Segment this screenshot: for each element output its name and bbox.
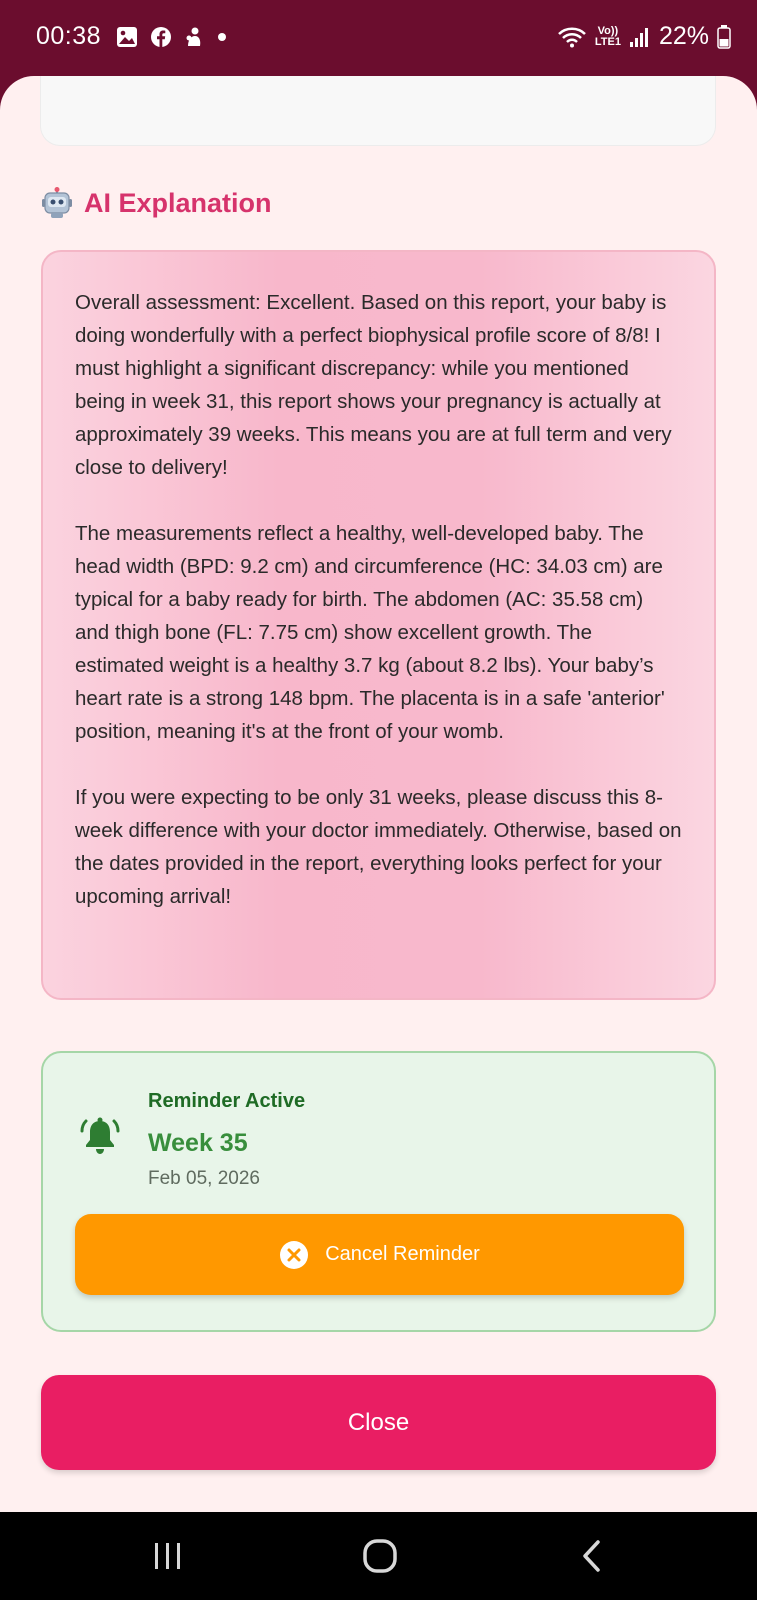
lte-indicator: Vo)) LTE1	[594, 24, 621, 48]
section-title: AI Explanation	[84, 187, 272, 218]
cancel-reminder-button[interactable]: Cancel Reminder	[75, 1214, 684, 1295]
close-label: Close	[347, 1408, 410, 1436]
explanation-paragraph: Overall assessment: Excellent. Based on …	[75, 291, 672, 479]
reminder-card: Reminder Active Week 35 Feb 05, 2026 Can…	[41, 1051, 716, 1332]
recent-apps-icon	[155, 1543, 180, 1569]
home-icon	[363, 1539, 397, 1573]
explanation-paragraph: If you were expecting to be only 31 week…	[75, 786, 682, 908]
recent-apps-button[interactable]	[128, 1512, 208, 1600]
previous-card	[40, 76, 716, 146]
notification-icon	[186, 27, 201, 46]
back-button[interactable]	[552, 1512, 632, 1600]
wifi-icon	[557, 27, 586, 47]
ai-explanation-card: Overall assessment: Excellent. Based on …	[41, 250, 716, 1000]
reminder-status: Reminder Active	[148, 1090, 306, 1112]
signal-icon	[629, 27, 648, 47]
status-bar: 00:38 Vo)) LTE1 22%	[0, 0, 757, 76]
gallery-icon	[117, 27, 137, 47]
section-header: AI Explanation	[42, 187, 272, 219]
status-right-icons: Vo)) LTE1 22%	[557, 22, 731, 51]
status-time: 00:38	[36, 22, 102, 50]
cancel-circle-icon	[280, 1240, 309, 1269]
reminder-week: Week 35	[148, 1129, 248, 1157]
battery-icon	[717, 24, 731, 49]
explanation-paragraph: The measurements reflect a healthy, well…	[75, 522, 665, 743]
robot-icon	[42, 187, 72, 218]
status-left-icons	[116, 26, 228, 48]
reminder-date: Feb 05, 2026	[148, 1168, 260, 1189]
cancel-reminder-label: Cancel Reminder	[325, 1243, 480, 1265]
navigation-bar	[0, 1512, 757, 1600]
bell-ringing-icon	[80, 1117, 120, 1154]
bottom-sheet: AI Explanation Overall assessment: Excel…	[0, 76, 757, 1512]
close-button[interactable]: Close	[41, 1375, 716, 1470]
dot-icon	[218, 33, 226, 41]
battery-percent: 22%	[658, 22, 709, 50]
home-button[interactable]	[340, 1512, 420, 1600]
facebook-icon	[151, 27, 171, 47]
back-icon	[583, 1540, 600, 1572]
